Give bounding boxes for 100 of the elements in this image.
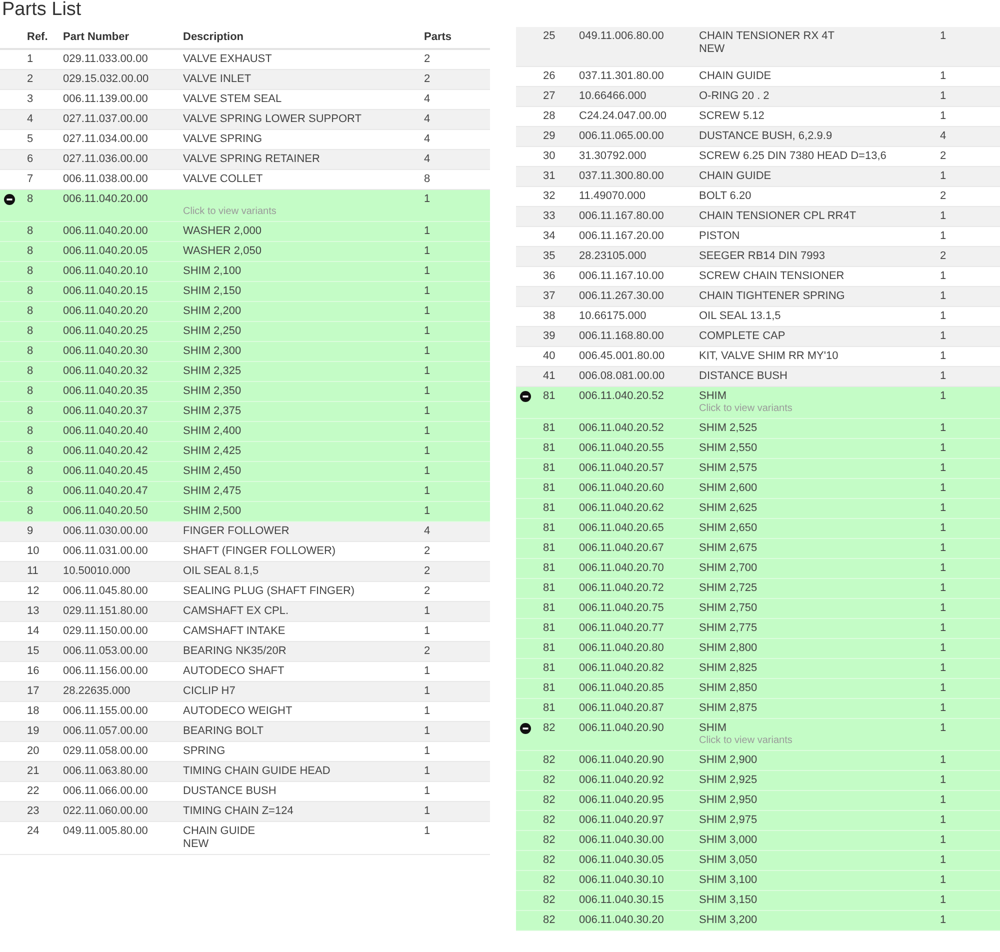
table-cell: DISTANCE BUSH — [699, 370, 788, 383]
table-cell-text: 006.11.040.20.60 — [579, 482, 665, 495]
table-cell-text: 006.11.040.20.37 — [63, 405, 149, 418]
collapse-icon[interactable] — [520, 391, 531, 402]
table-cell-text: 1 — [424, 405, 432, 418]
table-cell-text: 006.11.040.20.00 — [63, 225, 149, 238]
table-cell-text: 006.11.040.20.52 — [579, 422, 665, 435]
hint-text: Click to view variants — [699, 735, 792, 747]
table-cell-text: 006.11.040.20.42 — [63, 445, 149, 458]
table-cell-text: 8 — [27, 245, 34, 258]
table-cell: WASHER 2,050 — [183, 245, 262, 258]
table-cell-text: 1 — [424, 425, 432, 438]
table-cell: AUTODECO SHAFT — [183, 665, 284, 678]
table-cell-text: 027.11.037.00.00 — [63, 113, 149, 126]
table-cell: CAMSHAFT EX CPL. — [183, 605, 289, 618]
column-header: Ref. — [27, 31, 49, 44]
hint-text: Click to view variants — [183, 206, 276, 218]
table-cell-text: 81 — [543, 542, 556, 555]
variant-group-row[interactable]: 82 006.11.040.20.90 SHIM Click to view variants 1 — [516, 719, 1000, 751]
table-cell-text: 2 — [424, 645, 432, 658]
table-cell-text: 006.11.040.30.15 — [579, 894, 665, 907]
table-cell-text: 006.11.040.20.25 — [63, 325, 149, 338]
table-cell-text: 81 — [543, 682, 556, 695]
table-cell-text: 8 — [27, 385, 34, 398]
table-cell-text: 81 — [543, 502, 556, 515]
table-cell-text: 1 — [940, 682, 948, 695]
table-cell-text: 049.11.005.80.00 — [63, 825, 149, 838]
table-cell-text: 41 — [543, 370, 556, 383]
table-cell-text: 10.66466.000 — [579, 90, 648, 103]
table-cell: BEARING BOLT — [183, 725, 264, 738]
table-cell: SHIM 2,850 — [699, 682, 758, 695]
table-cell-text: 1 — [940, 702, 948, 715]
table-cell-text: 006.11.040.20.90 — [579, 722, 665, 735]
collapse-icon[interactable] — [520, 723, 531, 734]
table-cell-text: 10.50010.000 — [63, 565, 132, 578]
table-cell-text: 029.15.032.00.00 — [63, 73, 150, 86]
table-cell-text: 31.30792.000 — [579, 150, 648, 163]
table-cell-text: 8 — [27, 265, 34, 278]
table-cell-text: 006.11.040.30.05 — [579, 854, 665, 867]
table-cell-text: 006.11.053.00.00 — [63, 645, 149, 658]
table-cell-text: 1 — [940, 874, 948, 887]
table-cell-text: 8 — [27, 465, 34, 478]
table-cell-text: 8 — [27, 285, 34, 298]
table-cell-text: 1 — [940, 542, 948, 555]
table-cell-text: 30 — [543, 150, 556, 163]
table-cell-text: 2 — [940, 250, 948, 263]
table-cell-text: 1 — [940, 754, 948, 767]
table-cell-text: 1 — [424, 385, 432, 398]
table-cell: SHIM 2,600 — [699, 482, 758, 495]
table-cell-text: 2 — [424, 585, 432, 598]
table-cell-text: 006.11.167.10.00 — [579, 270, 665, 283]
table-cell-text: 006.11.040.20.97 — [579, 814, 665, 827]
table-cell-text: 006.11.167.80.00 — [579, 210, 665, 223]
table-cell-text: 027.11.036.00.00 — [63, 153, 149, 166]
table-cell-text: 1 — [424, 465, 432, 478]
table-cell: CHAIN GUIDE — [699, 170, 772, 183]
table-cell-text: 1 — [424, 665, 432, 678]
table-cell-text: 81 — [543, 422, 556, 435]
table-cell-text: 1 — [940, 30, 948, 43]
table-cell: O-RING 20 . 2 — [699, 90, 770, 103]
table-cell-text: 1 — [424, 225, 432, 238]
column-header: Part Number — [63, 31, 130, 44]
table-cell-text: 006.11.063.80.00 — [63, 765, 149, 778]
table-cell-text: 28 — [543, 110, 556, 123]
table-cell-text: 006.11.168.80.00 — [579, 330, 665, 343]
variant-group-row[interactable]: 81 006.11.040.20.52 SHIM Click to view variants 1 — [516, 387, 1000, 419]
table-cell-text: 8 — [27, 505, 34, 518]
table-cell: SHIM 2,250 — [183, 325, 242, 338]
table-cell-text: 1 — [940, 90, 948, 103]
table-cell-text: 81 — [543, 390, 556, 403]
table-cell-text: 1 — [940, 914, 948, 927]
table-cell-text: 81 — [543, 522, 556, 535]
table-cell-text: 1 — [424, 825, 432, 838]
table-cell-text: 4 — [27, 113, 34, 126]
table-cell-text: 037.11.300.80.00 — [579, 170, 665, 183]
table-cell-text: 1 — [424, 305, 432, 318]
table-cell-text: 006.11.040.20.57 — [579, 462, 665, 475]
table-cell: SHIM 2,475 — [183, 485, 242, 498]
table-cell: SHIM 2,950 — [699, 794, 758, 807]
table-cell-text: 14 — [27, 625, 40, 638]
table-cell-text: 006.11.040.30.10 — [579, 874, 665, 887]
table-cell: SHIM 2,150 — [183, 285, 242, 298]
table-cell: SHIM 2,650 — [699, 522, 758, 535]
table-cell-text: 1 — [940, 462, 948, 475]
table-cell: SCREW 5.12 — [699, 110, 764, 123]
table-cell: SHIM 3,050 — [699, 854, 758, 867]
table-cell-text: 15 — [27, 645, 40, 658]
table-cell-text: 049.11.006.80.00 — [579, 30, 665, 43]
table-cell-text: 1 — [424, 685, 432, 698]
variant-group-row[interactable]: 8 006.11.040.20.00 Click to view variants 1 — [0, 190, 490, 222]
table-cell: AUTODECO WEIGHT — [183, 705, 292, 718]
table-cell: SHIM 2,775 — [699, 622, 758, 635]
table-cell-text: 1 — [940, 270, 948, 283]
table-cell-text: 006.11.040.20.70 — [579, 562, 665, 575]
table-cell-text: 006.11.066.00.00 — [63, 785, 149, 798]
table-cell-text: 1 — [940, 390, 948, 403]
table-cell-text: 4 — [424, 133, 432, 146]
table-cell-text: 1 — [940, 310, 948, 323]
collapse-icon[interactable] — [4, 194, 15, 205]
table-cell-text: 006.11.040.20.80 — [579, 642, 665, 655]
